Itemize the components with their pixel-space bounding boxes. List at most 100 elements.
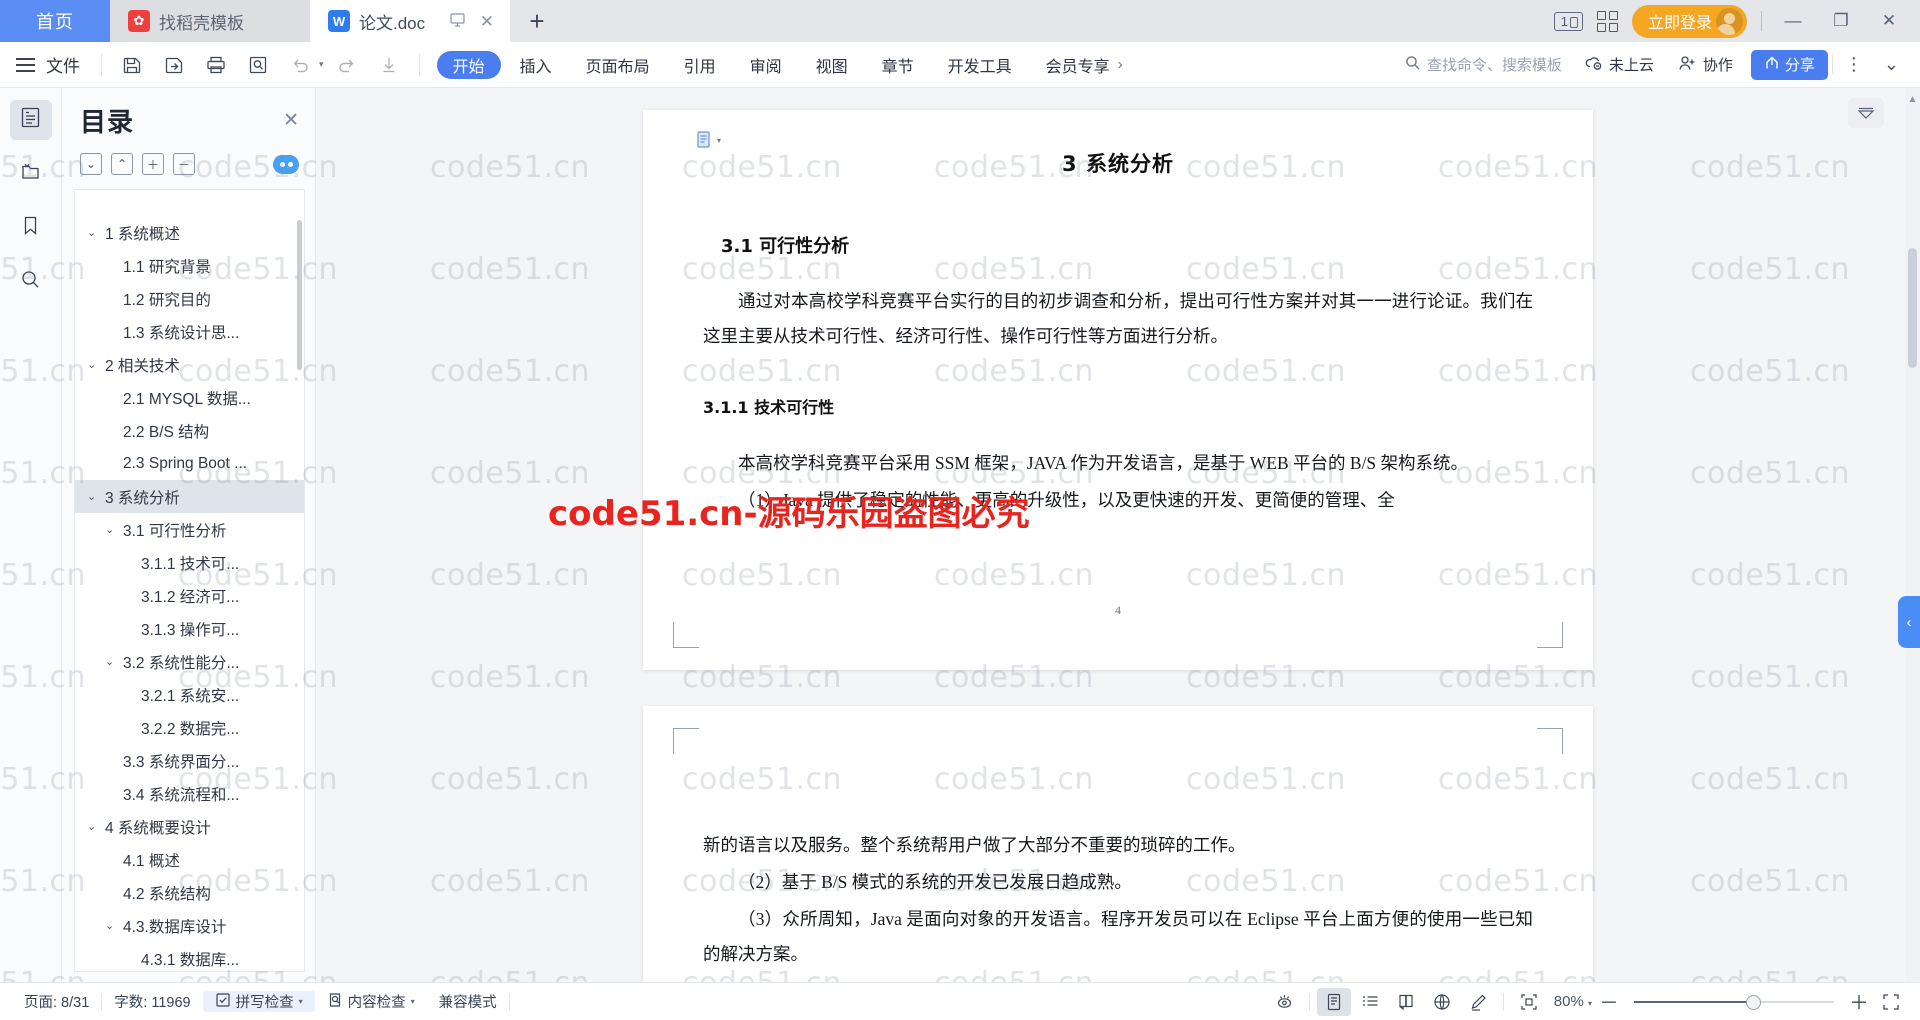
maximize-button[interactable]: ❐ [1824, 6, 1858, 36]
save-icon[interactable] [113, 49, 151, 81]
toc-collapse-all-icon[interactable]: － [173, 153, 195, 175]
zoom-level-button[interactable]: 80% ▾ [1548, 993, 1594, 1010]
toc-item[interactable]: ⌄ 3.2 系统性能分... [75, 645, 304, 678]
fit-page-icon[interactable] [1512, 988, 1546, 1016]
toc-item[interactable]: ⌄2.2 B/S 结构 [75, 414, 304, 447]
status-spellcheck-button[interactable]: 拼写检查 ▾ [202, 991, 315, 1012]
toc-item[interactable]: ⌄ 4 系统概要设计 [75, 810, 304, 843]
zoom-in-button[interactable]: ＋ [1846, 988, 1872, 1015]
document-scrollbar[interactable]: ▲ [1905, 88, 1920, 982]
ribbon-collapse-icon[interactable]: ⌄ [1876, 54, 1908, 75]
chevron-down-icon[interactable]: ⌄ [87, 820, 99, 833]
toc-item[interactable]: ⌄4.1 概述 [75, 843, 304, 876]
login-button[interactable]: 立即登录 [1631, 4, 1747, 38]
zoom-slider[interactable] [1634, 993, 1834, 1011]
toc-assistant-icon[interactable] [273, 154, 299, 174]
chevron-down-icon[interactable]: ▾ [1588, 999, 1592, 1008]
toc-item[interactable]: ⌄ 1 系统概述 [75, 216, 304, 249]
tab-dev-tools[interactable]: 开发工具 [933, 53, 1027, 77]
scroll-up-arrow-icon[interactable]: ▲ [1905, 94, 1920, 105]
focus-mode-icon[interactable] [1268, 988, 1302, 1016]
tab-paper-doc[interactable]: W 论文.doc ✕ [310, 0, 510, 42]
toc-item[interactable]: ⌄ 2 相关技术 [75, 348, 304, 381]
status-page-indicator[interactable]: 页面: 8/31 [12, 991, 101, 1012]
toc-expand-prev-icon[interactable]: ⌃ [111, 153, 133, 175]
file-menu-button[interactable]: 文件 [44, 52, 90, 77]
chevron-down-icon[interactable]: ⌄ [87, 490, 99, 503]
zoom-out-button[interactable]: － [1596, 988, 1622, 1015]
print-preview-icon[interactable] [239, 49, 277, 81]
toc-item[interactable]: ⌄3.1.3 操作可... [75, 612, 304, 645]
toc-item[interactable]: ⌄4.2 系统结构 [75, 876, 304, 909]
undo-dropdown-icon[interactable]: ▾ [319, 59, 324, 70]
highlighter-pen-icon[interactable] [1461, 988, 1495, 1016]
close-window-button[interactable]: ✕ [1872, 6, 1906, 36]
right-panel-toggle[interactable]: ‹ [1898, 596, 1920, 648]
tab-view[interactable]: 视图 [801, 53, 863, 77]
toc-scrollbar-thumb[interactable] [297, 220, 302, 370]
tab-start[interactable]: 开始 [436, 50, 501, 79]
rail-search-button[interactable] [10, 262, 52, 302]
apps-grid-icon[interactable] [1596, 10, 1618, 32]
toc-item[interactable]: ⌄3.2.2 数据完... [75, 711, 304, 744]
toc-item[interactable]: ⌄ 3 系统分析 [75, 480, 304, 513]
toc-list[interactable]: ⌄1 系统概述⌄1.1 研究背景⌄1.2 研究目的⌄1.3 系统设计思...⌄2… [74, 189, 305, 972]
ribbon-more-icon[interactable]: › [1118, 56, 1123, 73]
toc-item[interactable]: ⌄1.2 研究目的 [75, 282, 304, 315]
ribbon-collapse-chip[interactable] [1848, 98, 1884, 128]
chevron-down-icon[interactable]: ⌄ [105, 523, 117, 536]
toc-item[interactable]: ⌄2.3 Spring Boot ... [75, 447, 304, 480]
toc-expand-next-icon[interactable]: ⌄ [80, 153, 102, 175]
toc-expand-all-icon[interactable]: ＋ [142, 153, 164, 175]
document-canvas[interactable]: ▾ 3 系统分析 3.1 可行性分析 通过对本高校学科竞赛平台实行的目的初步调查… [316, 88, 1920, 982]
fullscreen-icon[interactable] [1874, 988, 1908, 1016]
tab-references[interactable]: 引用 [669, 53, 731, 77]
toc-item[interactable]: ⌄1.3 系统设计思... [75, 315, 304, 348]
zoom-slider-knob[interactable] [1746, 994, 1761, 1010]
toc-item[interactable]: ⌄3.2.1 系统安... [75, 678, 304, 711]
toc-item[interactable]: ⌄ 4.3.数据库设计 [75, 909, 304, 942]
rail-outline-button[interactable] [9, 100, 52, 140]
toc-item[interactable]: ⌄3.4 系统流程和... [75, 777, 304, 810]
chevron-down-icon[interactable]: ⌄ [105, 919, 117, 932]
quick-access-dropdown-icon[interactable] [370, 49, 408, 81]
document-scrollbar-thumb[interactable] [1908, 248, 1917, 368]
tab-close-icon[interactable]: ✕ [480, 13, 494, 30]
redo-icon[interactable] [328, 49, 366, 81]
chevron-down-icon[interactable]: ⌄ [87, 358, 99, 371]
chevron-down-icon[interactable]: ▾ [411, 997, 415, 1006]
view-outline-icon[interactable] [1353, 988, 1387, 1016]
tab-review[interactable]: 审阅 [735, 53, 797, 77]
status-wordcount[interactable]: 字数: 11969 [102, 991, 202, 1012]
window-count-badge[interactable]: 1 [1553, 11, 1583, 31]
tab-daoke-template[interactable]: ✿ 找稻壳模板 [110, 0, 310, 42]
toc-item[interactable]: ⌄3.3 系统界面分... [75, 744, 304, 777]
toc-item[interactable]: ⌄4.3.1 数据库... [75, 942, 304, 971]
tab-home[interactable]: 首页 [0, 0, 110, 42]
toc-item[interactable]: ⌄1.1 研究背景 [75, 249, 304, 282]
chevron-down-icon[interactable]: ▾ [299, 997, 303, 1006]
minimize-button[interactable]: — [1776, 6, 1810, 36]
rail-bookmark-button[interactable] [10, 208, 52, 248]
document-page-1[interactable]: ▾ 3 系统分析 3.1 可行性分析 通过对本高校学科竞赛平台实行的目的初步调查… [643, 110, 1593, 670]
chevron-down-icon[interactable]: ⌄ [87, 226, 99, 239]
toc-item[interactable]: ⌄ 3.1 可行性分析 [75, 513, 304, 546]
document-page-2[interactable]: 新的语言以及服务。整个系统帮用户做了大部分不重要的琐碎的工作。 （2）基于 B/… [643, 706, 1593, 982]
rail-thumbnail-button[interactable] [10, 154, 52, 194]
paste-options-icon[interactable]: ▾ [695, 130, 721, 150]
tab-insert[interactable]: 插入 [505, 53, 567, 77]
chevron-down-icon[interactable]: ⌄ [105, 655, 117, 668]
status-contentcheck-button[interactable]: 内容检查 ▾ [315, 991, 427, 1012]
tab-chapter[interactable]: 章节 [867, 53, 929, 77]
search-command-box[interactable]: 查找命令、搜索模板 [1404, 54, 1570, 75]
toc-close-icon[interactable]: ✕ [283, 109, 299, 132]
present-monitor-icon[interactable] [449, 11, 466, 31]
tab-page-layout[interactable]: 页面布局 [571, 53, 665, 77]
toc-item[interactable]: ⌄3.1.2 经济可... [75, 579, 304, 612]
ribbon-overflow-icon[interactable]: ⋮ [1837, 54, 1872, 75]
menu-hamburger-icon[interactable] [10, 57, 40, 72]
view-web-layout-icon[interactable] [1425, 988, 1459, 1016]
tab-member-exclusive[interactable]: 会员专享 [1031, 53, 1114, 77]
share-button[interactable]: 分享 [1750, 49, 1828, 80]
collaborate-button[interactable]: 协作 [1668, 54, 1743, 76]
